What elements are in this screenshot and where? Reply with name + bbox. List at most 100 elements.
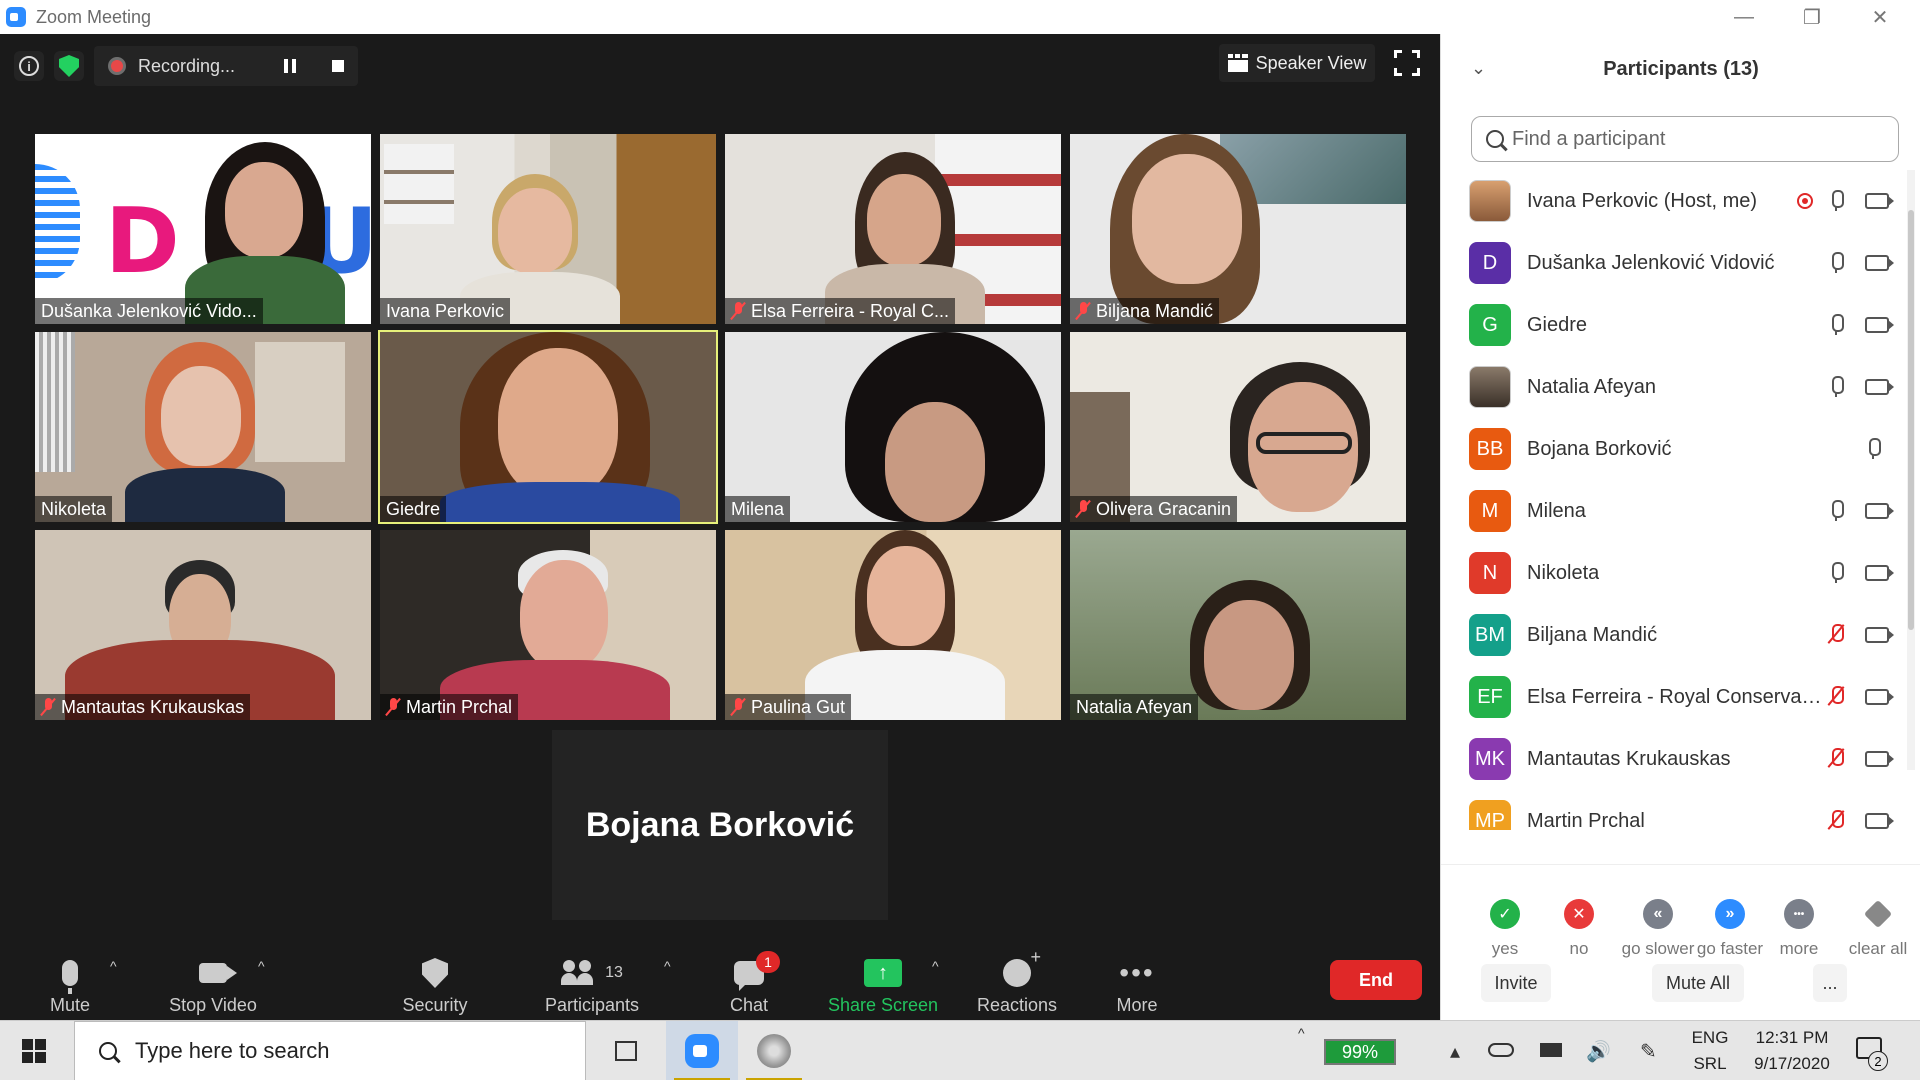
taskbar-search-box[interactable]: Type here to search (74, 1021, 586, 1080)
participant-list-scrollbar[interactable] (1907, 170, 1915, 770)
participants-options-caret[interactable]: ^ (664, 958, 671, 974)
participant-row[interactable]: D Dušanka Jelenković Vidović (1441, 232, 1901, 294)
muted-mic-icon[interactable] (1830, 810, 1844, 830)
feedback-yes-button[interactable]: ✓ yes (1465, 899, 1545, 959)
windows-start-icon[interactable] (22, 1039, 46, 1063)
muted-mic-icon[interactable] (1830, 686, 1844, 708)
show-hidden-icons[interactable]: ▴ (1450, 1039, 1460, 1064)
video-camera-icon[interactable] (1865, 565, 1894, 581)
participants-button[interactable]: 13 Participants (540, 934, 644, 1020)
volume-icon[interactable]: 🔊 (1586, 1039, 1611, 1064)
video-tile[interactable]: Milena (725, 332, 1061, 522)
video-camera-icon[interactable] (1865, 503, 1894, 519)
taskbar-app[interactable] (738, 1021, 810, 1080)
battery-icon[interactable] (1540, 1043, 1562, 1057)
close-button[interactable]: ✕ (1846, 0, 1914, 34)
participant-row[interactable]: G Giedre (1441, 294, 1901, 356)
participant-row[interactable]: M Milena (1441, 480, 1901, 542)
fullscreen-icon[interactable] (1394, 50, 1420, 76)
speaker-view-button[interactable]: Speaker View (1219, 44, 1375, 82)
video-camera-icon[interactable] (1865, 627, 1894, 643)
pause-recording-icon[interactable] (284, 59, 296, 73)
participant-row[interactable]: MP Martin Prchal (1441, 790, 1901, 830)
name-only-video-tile[interactable]: Bojana Borković (552, 730, 888, 920)
video-camera-icon[interactable] (1865, 193, 1894, 209)
participants-panel-actions: Invite Mute All ... (1441, 958, 1920, 1018)
participant-row[interactable]: EF Elsa Ferreira - Royal Conservatoi... (1441, 666, 1901, 728)
participant-search-input[interactable] (1512, 127, 1872, 151)
participant-row[interactable]: BM Biljana Mandić (1441, 604, 1901, 666)
muted-mic-icon[interactable] (1830, 624, 1844, 646)
minimize-button[interactable]: — (1710, 0, 1778, 34)
window-title: Zoom Meeting (36, 6, 152, 27)
video-tile[interactable]: Martin Prchal (380, 530, 716, 720)
video-tile[interactable]: Natalia Afeyan (1070, 530, 1406, 720)
microphone-icon[interactable] (1830, 500, 1844, 522)
participant-row[interactable]: Ivana Perkovic (Host, me) (1441, 170, 1901, 232)
video-camera-icon (199, 963, 237, 983)
participants-icon (561, 960, 597, 986)
participant-name: Mantautas Krukauskas (1527, 747, 1731, 770)
onedrive-cloud-icon[interactable] (1488, 1043, 1514, 1057)
microphone-icon[interactable] (1830, 314, 1844, 336)
video-tile[interactable]: Ivana Perkovic (380, 134, 716, 324)
video-tile[interactable]: Paulina Gut (725, 530, 1061, 720)
clock[interactable]: 12:31 PM 9/17/2020 (1742, 1025, 1842, 1077)
stop-video-button[interactable]: Stop Video (158, 934, 268, 1020)
feedback-clear-all-button[interactable]: clear all (1833, 899, 1920, 959)
share-options-caret[interactable]: ^ (932, 958, 939, 974)
video-camera-icon[interactable] (1865, 379, 1894, 395)
video-camera-icon[interactable] (1865, 689, 1894, 705)
encryption-button[interactable] (54, 51, 84, 81)
task-view-button[interactable] (596, 1021, 656, 1080)
video-tile[interactable]: Mantautas Krukauskas (35, 530, 371, 720)
participant-row[interactable]: Natalia Afeyan (1441, 356, 1901, 418)
stop-recording-icon[interactable] (332, 60, 344, 72)
microphone-icon[interactable] (1830, 562, 1844, 584)
video-tile[interactable]: D U Dušanka Jelenković Vido... (35, 134, 371, 324)
battery-indicator[interactable]: 99% (1324, 1039, 1396, 1065)
video-camera-icon[interactable] (1865, 255, 1894, 271)
reactions-button[interactable]: Reactions (974, 934, 1060, 1020)
microphone-icon[interactable] (1830, 190, 1844, 212)
restore-button[interactable]: ❐ (1778, 0, 1846, 34)
video-tile[interactable]: Elsa Ferreira - Royal C... (725, 134, 1061, 324)
video-camera-icon[interactable] (1865, 317, 1894, 333)
participant-search[interactable] (1471, 116, 1899, 162)
muted-mic-icon (41, 698, 55, 716)
feedback-no-button[interactable]: ✕ no (1539, 899, 1619, 959)
share-screen-button[interactable]: ↑ Share Screen (826, 934, 940, 1020)
security-button[interactable]: Security (398, 934, 472, 1020)
participant-row[interactable]: MK Mantautas Krukauskas (1441, 728, 1901, 790)
video-tile[interactable]: Olivera Gracanin (1070, 332, 1406, 522)
participant-row[interactable]: N Nikoleta (1441, 542, 1901, 604)
taskbar-zoom-app[interactable] (666, 1021, 738, 1080)
video-options-caret[interactable]: ^ (258, 958, 265, 974)
pen-icon[interactable]: ✎ (1640, 1039, 1657, 1064)
tray-chevron-icon[interactable]: ^ (1298, 1025, 1305, 1041)
invite-button[interactable]: Invite (1481, 964, 1551, 1002)
end-meeting-button[interactable]: End (1330, 960, 1422, 1000)
audio-options-caret[interactable]: ^ (110, 958, 117, 974)
mute-all-button[interactable]: Mute All (1652, 964, 1744, 1002)
chat-button[interactable]: 1 Chat (726, 934, 780, 1020)
microphone-icon[interactable] (1830, 376, 1844, 398)
language-indicator[interactable]: ENG SRL (1686, 1025, 1734, 1077)
video-tile[interactable]: Biljana Mandić (1070, 134, 1406, 324)
microphone-icon[interactable] (1830, 252, 1844, 274)
video-tile[interactable]: Nikoleta (35, 332, 371, 522)
more-button[interactable]: ••• More (1110, 934, 1164, 1020)
tile-name: Martin Prchal (380, 694, 519, 720)
participant-row[interactable]: BB Bojana Borković (1441, 418, 1901, 480)
video-camera-icon[interactable] (1865, 751, 1894, 767)
panel-more-button[interactable]: ... (1813, 964, 1847, 1002)
tile-name: Ivana Perkovic (380, 298, 511, 324)
microphone-icon[interactable] (1867, 438, 1881, 460)
feedback-more-button[interactable]: ••• more (1759, 899, 1839, 959)
video-camera-icon[interactable] (1865, 813, 1894, 829)
meeting-info-button[interactable]: i (14, 51, 44, 81)
name-only-tile-label: Bojana Borković (585, 805, 855, 844)
muted-mic-icon[interactable] (1830, 748, 1844, 770)
video-tile-active-speaker[interactable]: Giedre (378, 330, 718, 524)
mute-button[interactable]: Mute (40, 934, 100, 1020)
